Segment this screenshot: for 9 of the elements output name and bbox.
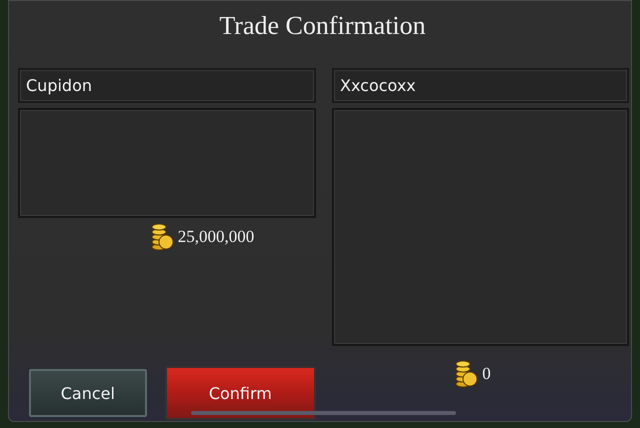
dialog-title: Trade Confirmation bbox=[219, 10, 426, 42]
confirm-button[interactable]: Confirm bbox=[164, 366, 316, 420]
coin-stack-icon bbox=[150, 223, 174, 251]
player-name: Xxcocoxx bbox=[332, 68, 629, 103]
coin-stack-icon bbox=[454, 360, 478, 388]
player-name: Cupidon bbox=[18, 68, 316, 103]
coin-amount: 0 bbox=[482, 364, 491, 384]
cancel-button[interactable]: Cancel bbox=[29, 369, 147, 417]
coin-amount: 25,000,000 bbox=[178, 227, 254, 247]
